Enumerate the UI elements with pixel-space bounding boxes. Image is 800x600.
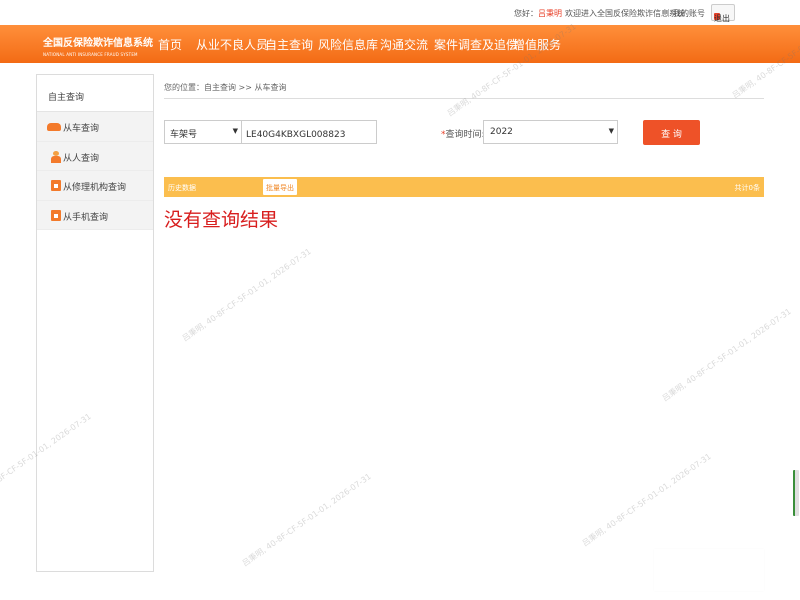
- document-icon: [51, 209, 61, 221]
- document-icon: [51, 180, 61, 191]
- breadcrumb: 您的位置：自主查询 >> 从车查询: [164, 83, 287, 92]
- query-button[interactable]: 查 询: [643, 120, 700, 145]
- divider: [164, 98, 764, 99]
- watermark: 吕秉明, 40-8F-CF-5F-01-01, 2026-07-31: [580, 451, 713, 549]
- total-count-text: 共计0条: [734, 184, 760, 192]
- sidebar: 自主查询 从车查询 从人查询 从修理机构查询 从手机查询: [36, 74, 154, 572]
- nav-item-communication[interactable]: 沟通交流: [380, 36, 428, 53]
- chevron-down-icon: ▼: [608, 127, 614, 135]
- main-navbar: 全国反保险欺诈信息系统 NATIONAL ANTI INSURANCE FRAU…: [0, 25, 800, 63]
- nav-item-risk-db[interactable]: 风险信息库: [318, 36, 378, 53]
- logout-button[interactable]: 退出: [711, 4, 735, 23]
- no-results-message: 没有查询结果: [164, 209, 279, 231]
- query-type-value: 车架号: [170, 130, 198, 140]
- batch-export-button[interactable]: 批量导出: [263, 179, 297, 195]
- car-icon: [47, 123, 61, 131]
- query-year-select[interactable]: 2022 ▼: [483, 120, 618, 144]
- watermark: 吕秉明, 40-8F-CF-5F-01-01, 2026-07-31: [180, 246, 313, 344]
- sidebar-item-person-query[interactable]: 从人查询: [37, 141, 153, 171]
- person-icon: [51, 150, 61, 163]
- my-account-link[interactable]: 我的账号: [673, 8, 705, 19]
- query-year-value: 2022: [490, 127, 513, 137]
- sidebar-item-label: 从修理机构查询: [63, 183, 127, 193]
- chevron-down-icon: ▼: [232, 127, 238, 135]
- results-header-bar: 历史数据 批量导出 共计0条: [164, 177, 764, 197]
- query-time-label: *查询时间:: [441, 130, 485, 140]
- greeting-text: 您好：: [514, 9, 538, 18]
- nav-item-bad-personnel[interactable]: 从业不良人员: [196, 36, 268, 53]
- nav-item-self-query[interactable]: 自主查询: [265, 36, 313, 53]
- history-data-label: 历史数据: [168, 184, 196, 192]
- page-root: 您好： 吕秉明 欢迎进入全国反保险欺诈信息系统 | 我的账号 退出 全国反保险欺…: [0, 0, 800, 600]
- username-link[interactable]: 吕秉明: [538, 8, 562, 19]
- logo-title-cn: 全国反保险欺诈信息系统: [43, 38, 153, 49]
- nav-item-case-investigation[interactable]: 案件调查及追偿: [434, 36, 518, 53]
- sidebar-item-label: 从车查询: [63, 124, 100, 134]
- sidebar-item-phone-query[interactable]: 从手机查询: [37, 200, 153, 230]
- sidebar-item-repair-shop-query[interactable]: 从修理机构查询: [37, 171, 153, 201]
- scrollbar-thumb[interactable]: [793, 470, 799, 516]
- site-logo[interactable]: 全国反保险欺诈信息系统 NATIONAL ANTI INSURANCE FRAU…: [43, 34, 153, 57]
- top-utility-bar: 您好： 吕秉明 欢迎进入全国反保险欺诈信息系统 | 我的账号 退出: [0, 0, 800, 25]
- watermark: 吕秉明, 40-8F-CF-5F-01-01, 2026-07-31: [660, 306, 793, 404]
- watermark: 吕秉明, 40-8F-CF-5F-01-01, 2026-07-31: [240, 471, 373, 569]
- query-type-select[interactable]: 车架号 ▼: [164, 120, 242, 144]
- logo-title-en: NATIONAL ANTI INSURANCE FRAUD SYSTEM: [43, 52, 138, 57]
- vin-input[interactable]: [241, 120, 377, 144]
- logout-label: 退出: [714, 14, 730, 23]
- separator: |: [667, 8, 670, 17]
- nav-item-value-added[interactable]: 增值服务: [513, 36, 561, 53]
- sidebar-item-label: 从手机查询: [63, 212, 109, 223]
- sidebar-item-label: 从人查询: [63, 153, 100, 164]
- floating-panel: [654, 549, 764, 591]
- nav-item-home[interactable]: 首页: [158, 36, 182, 53]
- sidebar-item-vehicle-query[interactable]: 从车查询: [37, 112, 153, 142]
- sidebar-header: 自主查询: [37, 75, 153, 112]
